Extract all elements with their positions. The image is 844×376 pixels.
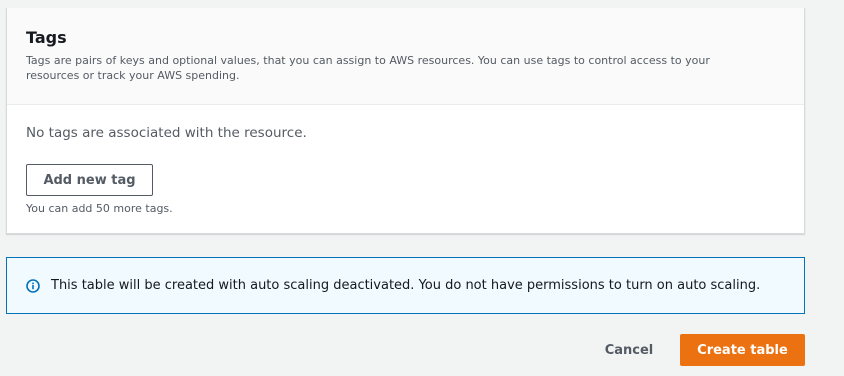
cancel-button[interactable]: Cancel: [594, 335, 664, 366]
auto-scaling-info-alert: This table will be created with auto sca…: [6, 257, 805, 314]
tags-description: Tags are pairs of keys and optional valu…: [26, 54, 710, 82]
tags-panel-header: Tags Tags are pairs of keys and optional…: [7, 8, 804, 105]
tag-limit-message: You can add 50 more tags.: [26, 202, 173, 215]
create-table-page: Tags Tags are pairs of keys and optional…: [0, 0, 844, 376]
info-icon: [26, 278, 40, 293]
create-table-button[interactable]: Create table: [680, 334, 805, 366]
info-alert-message: This table will be created with auto sca…: [51, 277, 761, 293]
tags-panel: Tags Tags are pairs of keys and optional…: [6, 8, 805, 234]
no-tags-message: No tags are associated with the resource…: [26, 125, 307, 141]
tags-title: Tags: [26, 28, 67, 47]
add-new-tag-button[interactable]: Add new tag: [26, 164, 153, 196]
tags-panel-body: No tags are associated with the resource…: [26, 124, 784, 215]
